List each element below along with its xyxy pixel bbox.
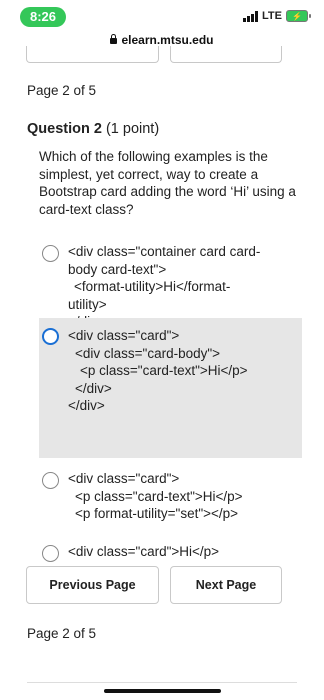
signal-icon: [243, 10, 259, 22]
option-line: </div>: [68, 398, 105, 413]
page-indicator-top: Page 2 of 5: [27, 83, 97, 98]
option-line: <p class="card-text">Hi</p>: [75, 488, 243, 504]
previous-page-button[interactable]: Previous Page: [26, 566, 159, 604]
question-points: (1 point): [105, 121, 160, 137]
option-line: <div class="card">: [68, 328, 180, 343]
status-bar: 8:26 LTE ⚡: [0, 0, 324, 30]
option-line: <div class="card">: [68, 471, 180, 486]
previous-page-button-top[interactable]: [26, 46, 159, 63]
url-text: elearn.mtsu.edu: [121, 33, 214, 47]
next-page-button[interactable]: Next Page: [170, 566, 282, 604]
radio-button[interactable]: [42, 545, 59, 562]
next-page-button-top[interactable]: [170, 46, 282, 63]
answer-option-2[interactable]: <div class="card"> <div class="card-body…: [39, 318, 302, 458]
option-line: <format-utility>Hi</format-: [74, 279, 231, 294]
option-line: <div class="card">Hi</p>: [68, 544, 220, 559]
battery-charging-icon: ⚡: [286, 10, 311, 22]
address-bar[interactable]: elearn.mtsu.edu: [0, 33, 324, 47]
option-line: utility>: [68, 296, 107, 312]
status-time: 8:26: [20, 7, 66, 27]
question-label: Question 2: [27, 121, 102, 137]
option-line: <div class="card-body">: [75, 345, 221, 361]
option-line: </div>: [75, 380, 112, 396]
radio-button-selected[interactable]: [42, 328, 59, 345]
option-line: body card-text">: [68, 261, 167, 277]
radio-button[interactable]: [42, 245, 59, 262]
home-indicator[interactable]: [104, 689, 221, 693]
option-line: <div class="container card card-: [68, 244, 261, 259]
answer-option-3[interactable]: <div class="card"> <p class="card-text">…: [39, 462, 302, 531]
option-line: <p class="card-text">Hi</p>: [80, 363, 248, 378]
lock-icon: [110, 34, 118, 44]
status-indicators: LTE ⚡: [243, 10, 311, 22]
question-title: Question 2 (1 point): [27, 121, 159, 137]
divider: [27, 682, 297, 683]
option-line: <p format-utility="set"></p>: [75, 506, 239, 521]
radio-button[interactable]: [42, 472, 59, 489]
page-indicator-bottom: Page 2 of 5: [27, 626, 97, 641]
question-text: Which of the following examples is the s…: [39, 149, 296, 217]
answer-option-4[interactable]: <div class="card">Hi</p>: [39, 539, 302, 569]
network-label: LTE: [262, 10, 282, 22]
